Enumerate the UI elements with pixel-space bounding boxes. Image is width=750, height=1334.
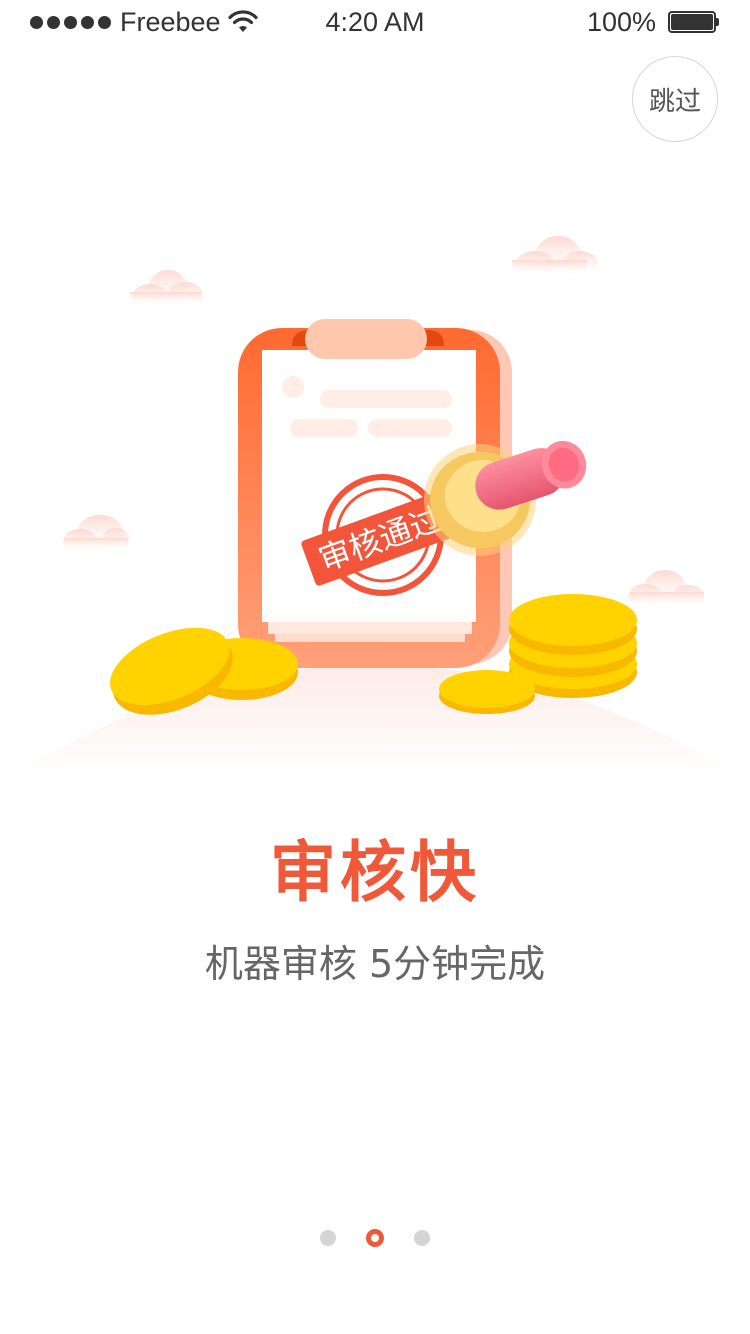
feature-subtitle: 机器审核 5分钟完成 <box>204 942 546 986</box>
page-dot[interactable] <box>414 1230 430 1246</box>
onboarding-screen: Freebee 4:20 AM 100% 跳过 审核通过 审核快 机器审核 5分… <box>0 0 750 1334</box>
clipboard-stamp-illustration: 审核通过 <box>20 236 730 770</box>
clipboard-clip <box>305 319 427 359</box>
cloud-icon <box>63 515 130 555</box>
status-bar: Freebee 4:20 AM 100% <box>0 0 750 44</box>
cloud-icon <box>130 270 203 310</box>
page-indicator <box>0 1228 750 1248</box>
skip-button[interactable]: 跳过 <box>632 56 718 142</box>
page-dot[interactable] <box>320 1230 336 1246</box>
cloud-icon <box>512 236 598 280</box>
battery-icon <box>668 11 719 33</box>
review-illustration: 审核通过 <box>0 200 750 780</box>
battery-percentage: 100% <box>586 7 656 37</box>
page-dot-active[interactable] <box>366 1229 384 1247</box>
cloud-icon <box>628 570 704 610</box>
feature-title: 审核快 <box>270 834 480 911</box>
